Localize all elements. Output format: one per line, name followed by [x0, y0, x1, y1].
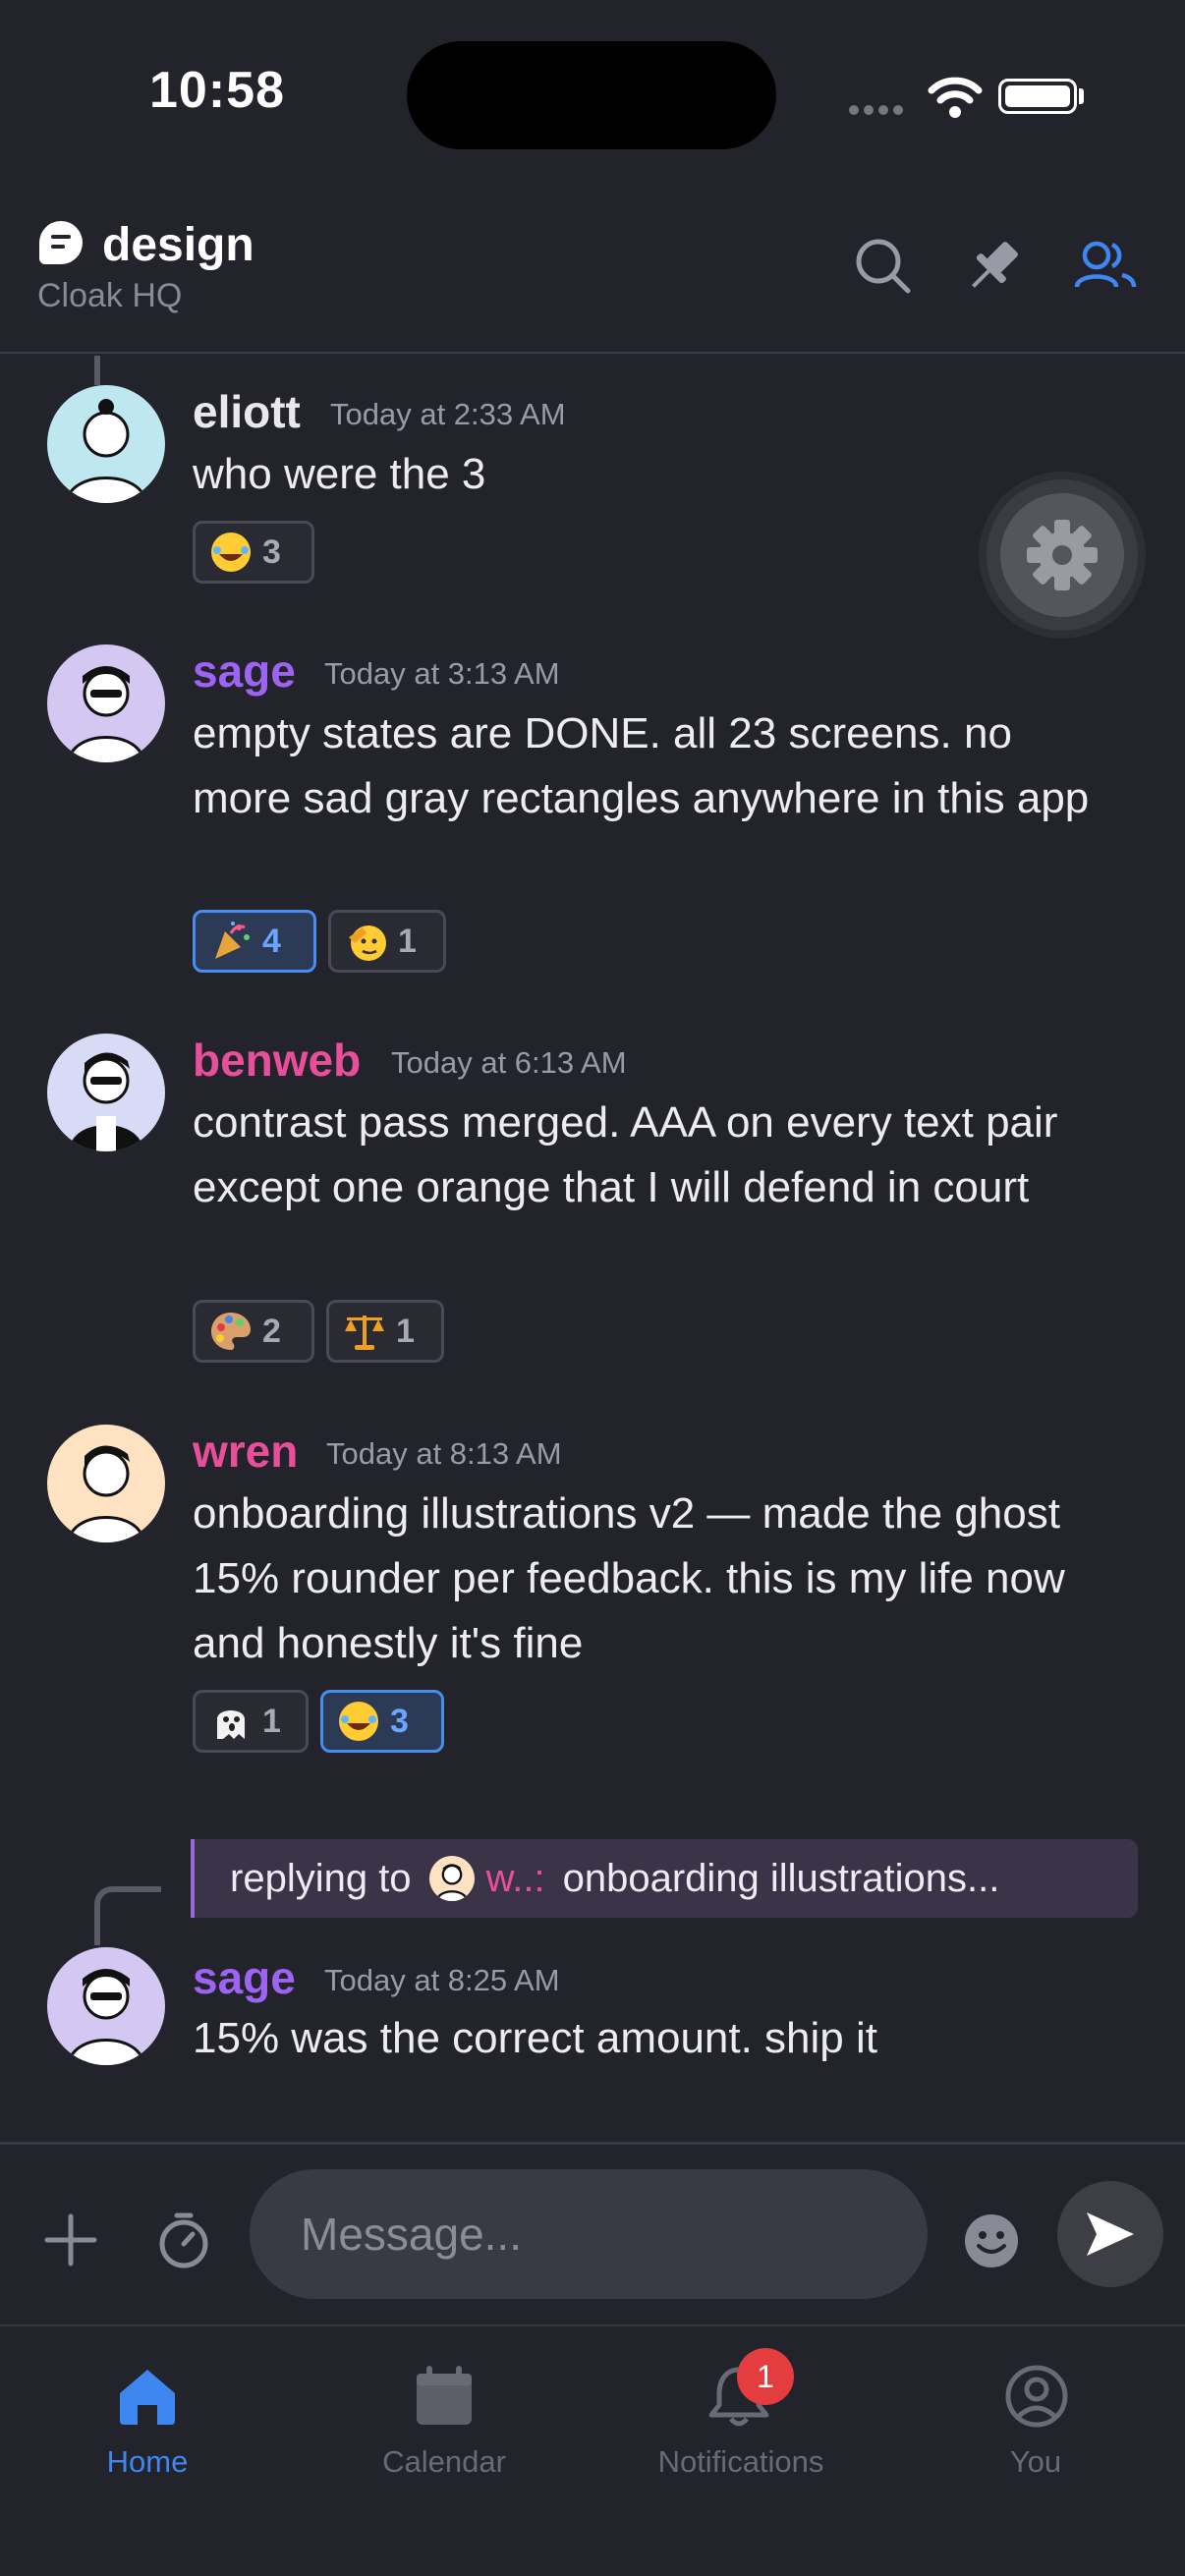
message-timestamp: Today at 2:33 AM	[330, 397, 566, 431]
message-input[interactable]: Message...	[250, 2169, 928, 2299]
reply-snippet: onboarding illustrations...	[562, 1856, 1000, 1900]
reaction-ghost[interactable]: 1	[193, 1690, 309, 1753]
reaction-count: 1	[398, 922, 417, 960]
reaction-count: 1	[262, 1702, 281, 1740]
gear-icon	[1027, 520, 1098, 590]
avatar[interactable]	[47, 385, 165, 503]
avatar[interactable]	[47, 1947, 165, 2065]
message-text: 15% was the correct amount. ship it	[193, 2014, 877, 2062]
tab-you[interactable]: You	[888, 2444, 1183, 2480]
ghost-emoji-icon	[217, 1710, 245, 1739]
message-timestamp: Today at 3:13 AM	[324, 656, 560, 691]
reaction-count: 3	[390, 1702, 409, 1740]
reply-username: w..:	[485, 1856, 545, 1900]
profile-icon[interactable]	[1004, 2364, 1069, 2429]
wifi-icon	[928, 77, 983, 118]
message-timestamp: Today at 6:13 AM	[391, 1045, 627, 1080]
notification-badge: 1	[737, 2348, 794, 2405]
joy-emoji-icon	[339, 1702, 378, 1741]
dynamic-island	[407, 41, 776, 149]
message-username[interactable]: benweb	[193, 1034, 361, 1087]
reaction-salute[interactable]: 1	[328, 910, 446, 973]
message-text: onboarding illustrations v2 — made the g…	[193, 1489, 1065, 1667]
tab-notifications[interactable]: Notifications	[593, 2444, 888, 2480]
send-icon	[1087, 2212, 1134, 2256]
avatar[interactable]	[47, 1034, 165, 1151]
members-icon[interactable]	[1071, 232, 1140, 301]
message-text: who were the 3	[193, 450, 486, 498]
reaction-scales[interactable]: 1	[326, 1300, 444, 1363]
message-username[interactable]: eliott	[193, 385, 301, 438]
emoji-picker-icon[interactable]	[963, 2212, 1020, 2269]
reaction-count: 3	[262, 532, 281, 571]
tab-home[interactable]: Home	[0, 2444, 295, 2480]
server-name: Cloak HQ	[37, 277, 183, 314]
message-text: empty states are DONE. all 23 screens. n…	[193, 709, 1090, 822]
send-button[interactable]	[1057, 2181, 1163, 2287]
settings-fab[interactable]	[987, 479, 1138, 631]
reaction-count: 2	[262, 1312, 281, 1350]
plus-icon[interactable]	[43, 2212, 98, 2268]
message-timestamp: Today at 8:13 AM	[326, 1436, 562, 1471]
reply-avatar	[428, 1856, 475, 1901]
channel-name[interactable]: design	[102, 218, 254, 272]
reaction-party[interactable]: 4	[193, 910, 316, 973]
tab-calendar[interactable]: Calendar	[297, 2444, 592, 2480]
battery-icon	[998, 79, 1077, 114]
saluting-face-emoji-icon	[349, 925, 386, 961]
reaction-joy[interactable]: 3	[320, 1690, 444, 1753]
status-time: 10:58	[149, 62, 285, 119]
battery-tip	[1079, 88, 1084, 104]
reaction-count: 4	[262, 922, 281, 960]
reply-connector	[94, 1886, 161, 1945]
reaction-joy[interactable]: 3	[193, 521, 314, 584]
reaction-count: 1	[396, 1312, 415, 1350]
reply-preview[interactable]: replying to w..: onboarding illustration…	[191, 1839, 1138, 1918]
message-username[interactable]: wren	[193, 1425, 298, 1478]
timer-icon[interactable]	[155, 2211, 212, 2269]
avatar[interactable]	[47, 1425, 165, 1542]
message-text: contrast pass merged. AAA on every text …	[193, 1098, 1058, 1211]
reply-prefix: replying to	[230, 1856, 412, 1900]
channel-chat-icon	[39, 221, 83, 264]
joy-emoji-icon	[211, 532, 251, 572]
message-username[interactable]: sage	[193, 1951, 296, 2004]
message-timestamp: Today at 8:25 AM	[324, 1963, 560, 1997]
cellular-signal-icon	[849, 102, 908, 120]
party-popper-emoji-icon	[215, 922, 250, 959]
home-icon[interactable]	[116, 2364, 179, 2427]
avatar[interactable]	[47, 644, 165, 762]
composer-divider	[0, 2142, 1185, 2145]
reaction-palette[interactable]: 2	[193, 1300, 314, 1363]
calendar-icon[interactable]	[413, 2364, 476, 2427]
message-username[interactable]: sage	[193, 644, 296, 698]
thread-line	[94, 356, 100, 385]
scales-emoji-icon	[345, 1316, 384, 1350]
palette-emoji-icon	[211, 1313, 251, 1350]
search-icon[interactable]	[849, 232, 918, 301]
pin-icon[interactable]	[959, 232, 1028, 301]
